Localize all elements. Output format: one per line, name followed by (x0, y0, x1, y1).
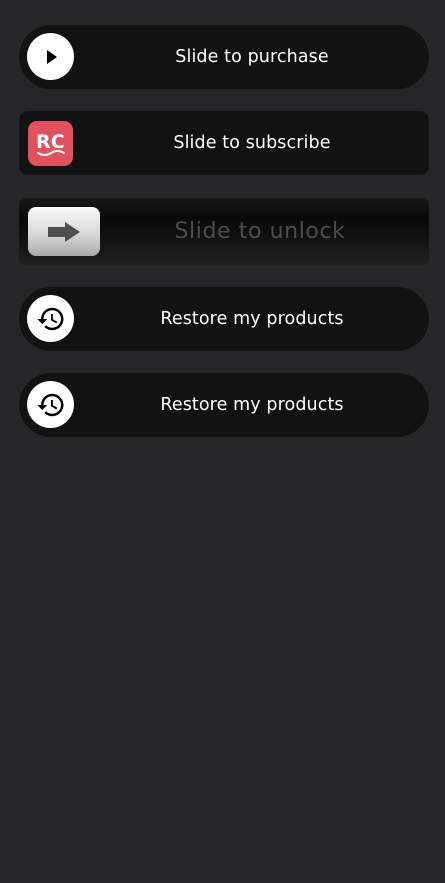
slide-to-unlock-slider[interactable]: Slide to unlock (19, 198, 429, 265)
slide-to-purchase-slider[interactable]: Slide to purchase (19, 25, 429, 89)
restore-slider-knob[interactable] (27, 381, 74, 428)
purchase-slider-label: Slide to purchase (175, 47, 329, 67)
purchase-slider-knob[interactable] (27, 33, 74, 80)
restore-slider-knob[interactable] (27, 295, 74, 342)
rc-logo-text: RC (36, 131, 65, 153)
rc-logo-icon: RC (36, 131, 65, 156)
restore-slider-label: Restore my products (160, 309, 344, 329)
slide-to-subscribe-slider[interactable]: RC Slide to subscribe (19, 111, 429, 175)
subscribe-slider-label: Slide to subscribe (173, 133, 331, 153)
unlock-slider-label: Slide to unlock (174, 219, 346, 244)
play-icon (46, 49, 57, 64)
arrow-right-icon (48, 221, 80, 242)
subscribe-slider-knob[interactable]: RC (28, 121, 73, 166)
history-icon (36, 393, 63, 416)
unlock-slider-knob[interactable] (28, 207, 100, 256)
restore-products-slider[interactable]: Restore my products (19, 373, 429, 437)
restore-slider-label: Restore my products (160, 395, 344, 415)
history-icon (36, 307, 63, 330)
restore-products-slider[interactable]: Restore my products (19, 287, 429, 351)
